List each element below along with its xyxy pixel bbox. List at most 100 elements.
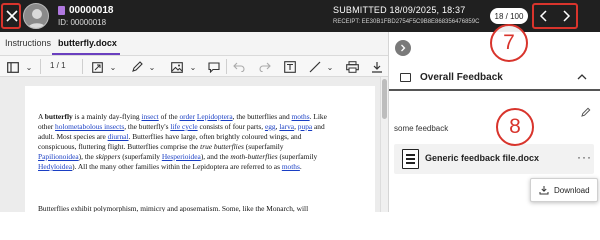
doc-link[interactable]: insect bbox=[141, 112, 158, 121]
doc-link[interactable]: moths bbox=[282, 162, 300, 171]
collapse-panel-button[interactable] bbox=[395, 40, 411, 56]
receipt-id: RECEIPT: EE30B1FBD2754F5C9B8E86835647685… bbox=[333, 19, 480, 25]
toolbar-divider bbox=[82, 59, 83, 74]
doc-link[interactable]: larva bbox=[279, 122, 294, 131]
document-scrollbar[interactable] bbox=[380, 77, 388, 212]
doc-text: , the butterflies and bbox=[232, 112, 292, 121]
document-file-icon bbox=[402, 149, 419, 169]
doc-text-bold: butterfly bbox=[44, 112, 73, 121]
doc-text: ), and the bbox=[200, 152, 231, 161]
doc-text-italic: true butterflies bbox=[200, 142, 244, 151]
page-indicator: 1 / 1 bbox=[50, 61, 66, 70]
download-icon bbox=[372, 62, 382, 73]
doc-link[interactable]: life cycle bbox=[170, 122, 197, 131]
toolbar-divider bbox=[226, 59, 227, 74]
image-icon bbox=[171, 61, 183, 73]
doc-text: consists of four parts, bbox=[197, 122, 265, 131]
tab-butterfly-docx[interactable]: butterfly.docx bbox=[58, 38, 117, 48]
line-dropdown-button[interactable]: ⌄ bbox=[325, 60, 335, 74]
comment-tool-button[interactable] bbox=[207, 60, 221, 74]
doc-link[interactable]: holometabolous insects bbox=[55, 122, 124, 131]
annotation-marker-7: 7 bbox=[490, 24, 528, 62]
feedback-panel: Overall Feedback some feedback Generic f… bbox=[388, 32, 600, 212]
pen-tool-button[interactable] bbox=[130, 60, 144, 74]
download-label: Download bbox=[554, 186, 590, 195]
user-avatar-icon bbox=[27, 9, 47, 28]
line-icon bbox=[309, 61, 321, 73]
pen-icon bbox=[132, 61, 143, 72]
image-tool-button[interactable] bbox=[170, 60, 184, 74]
chevron-down-icon: ⌄ bbox=[109, 62, 117, 72]
overall-feedback-title: Overall Feedback bbox=[420, 72, 503, 83]
annotation-marker-8: 8 bbox=[496, 108, 534, 146]
zoom-dropdown-button[interactable]: ⌄ bbox=[108, 60, 118, 74]
doc-link[interactable]: pupa bbox=[298, 122, 312, 131]
more-horizontal-icon: ··· bbox=[577, 150, 592, 164]
doc-link[interactable]: Papilionoidea bbox=[38, 152, 79, 161]
doc-link[interactable]: moths bbox=[292, 112, 310, 121]
scrollbar-thumb[interactable] bbox=[382, 79, 387, 119]
feedback-icon bbox=[400, 73, 411, 82]
sidebar-toggle-button[interactable] bbox=[6, 60, 20, 74]
submission-id: 00000018 bbox=[69, 5, 114, 16]
doc-text: is a mainly day-flying bbox=[72, 112, 142, 121]
doc-link[interactable]: Lepidoptera bbox=[197, 112, 233, 121]
edit-feedback-button[interactable] bbox=[581, 107, 591, 120]
doc-text: (superfamily bbox=[120, 152, 162, 161]
document-viewer[interactable]: A butterfly is a mainly day-flying insec… bbox=[0, 77, 380, 212]
doc-link[interactable]: diurnal bbox=[108, 132, 129, 141]
doc-text: (superfamily bbox=[243, 142, 284, 151]
feedback-text: some feedback bbox=[394, 124, 449, 133]
doc-link[interactable]: Hesperioidea bbox=[162, 152, 201, 161]
undo-button[interactable] bbox=[232, 60, 246, 74]
document-paragraph-partial: Butterflies exhibit polymorphism, mimicr… bbox=[38, 204, 309, 212]
annotation-highlight-navigation bbox=[532, 3, 578, 29]
text-box-button[interactable] bbox=[283, 60, 297, 74]
submission-title: 00000018 bbox=[58, 5, 114, 16]
tab-instructions[interactable]: Instructions bbox=[5, 38, 51, 48]
download-menu-item[interactable]: Download bbox=[530, 178, 598, 202]
doc-text-italic: skippers bbox=[95, 152, 121, 161]
print-button[interactable] bbox=[345, 60, 359, 74]
overall-feedback-header[interactable]: Overall Feedback bbox=[389, 67, 600, 91]
pencil-icon bbox=[581, 107, 591, 117]
doc-text: (superfamily bbox=[277, 152, 318, 161]
doc-text: ), the bbox=[78, 152, 96, 161]
active-tab-indicator bbox=[52, 53, 120, 55]
expand-icon bbox=[91, 61, 103, 73]
chevron-down-icon: ⌄ bbox=[25, 62, 33, 72]
redo-button[interactable] bbox=[258, 60, 272, 74]
grading-screen: 00000018 ID: 00000018 SUBMITTED 18/09/20… bbox=[0, 0, 600, 212]
doc-link[interactable]: Hedyloidea bbox=[38, 162, 72, 171]
collapse-feedback-button[interactable] bbox=[577, 70, 587, 84]
doc-link[interactable]: egg bbox=[265, 122, 276, 131]
undo-icon bbox=[233, 62, 245, 72]
toolbar-divider bbox=[40, 59, 41, 74]
doc-link[interactable]: order bbox=[179, 112, 195, 121]
image-dropdown-button[interactable]: ⌄ bbox=[188, 60, 198, 74]
doc-text-italic: moth-butterflies bbox=[230, 152, 278, 161]
annotation-highlight-close bbox=[1, 3, 21, 29]
line-tool-button[interactable] bbox=[308, 60, 322, 74]
avatar bbox=[23, 3, 49, 29]
student-id: ID: 00000018 bbox=[58, 18, 107, 27]
submitted-timestamp: SUBMITTED 18/09/2025, 18:37 bbox=[333, 5, 466, 15]
text-box-icon bbox=[284, 61, 296, 73]
sidebar-dropdown-button[interactable]: ⌄ bbox=[24, 60, 34, 74]
chevron-down-icon: ⌄ bbox=[189, 62, 197, 72]
doc-text: of the bbox=[158, 112, 180, 121]
document-paragraph: A butterfly is a mainly day-flying insec… bbox=[38, 112, 328, 172]
chevron-up-icon bbox=[577, 74, 587, 80]
more-options-button[interactable]: ··· bbox=[577, 150, 592, 164]
print-icon bbox=[345, 61, 359, 73]
sidebar-panel-icon bbox=[7, 61, 19, 73]
viewer-tabs: Instructions butterfly.docx bbox=[0, 32, 388, 56]
submission-counter: 18 / 100 bbox=[490, 8, 528, 24]
doc-text: A bbox=[38, 112, 45, 121]
doc-text: . bbox=[299, 162, 302, 171]
fit-page-button[interactable] bbox=[90, 60, 104, 74]
pen-dropdown-button[interactable]: ⌄ bbox=[147, 60, 157, 74]
feedback-file-card[interactable]: Generic feedback file.docx ··· bbox=[394, 144, 594, 174]
download-document-button[interactable] bbox=[370, 60, 384, 74]
doc-text: ). All the many other families within th… bbox=[72, 162, 282, 171]
